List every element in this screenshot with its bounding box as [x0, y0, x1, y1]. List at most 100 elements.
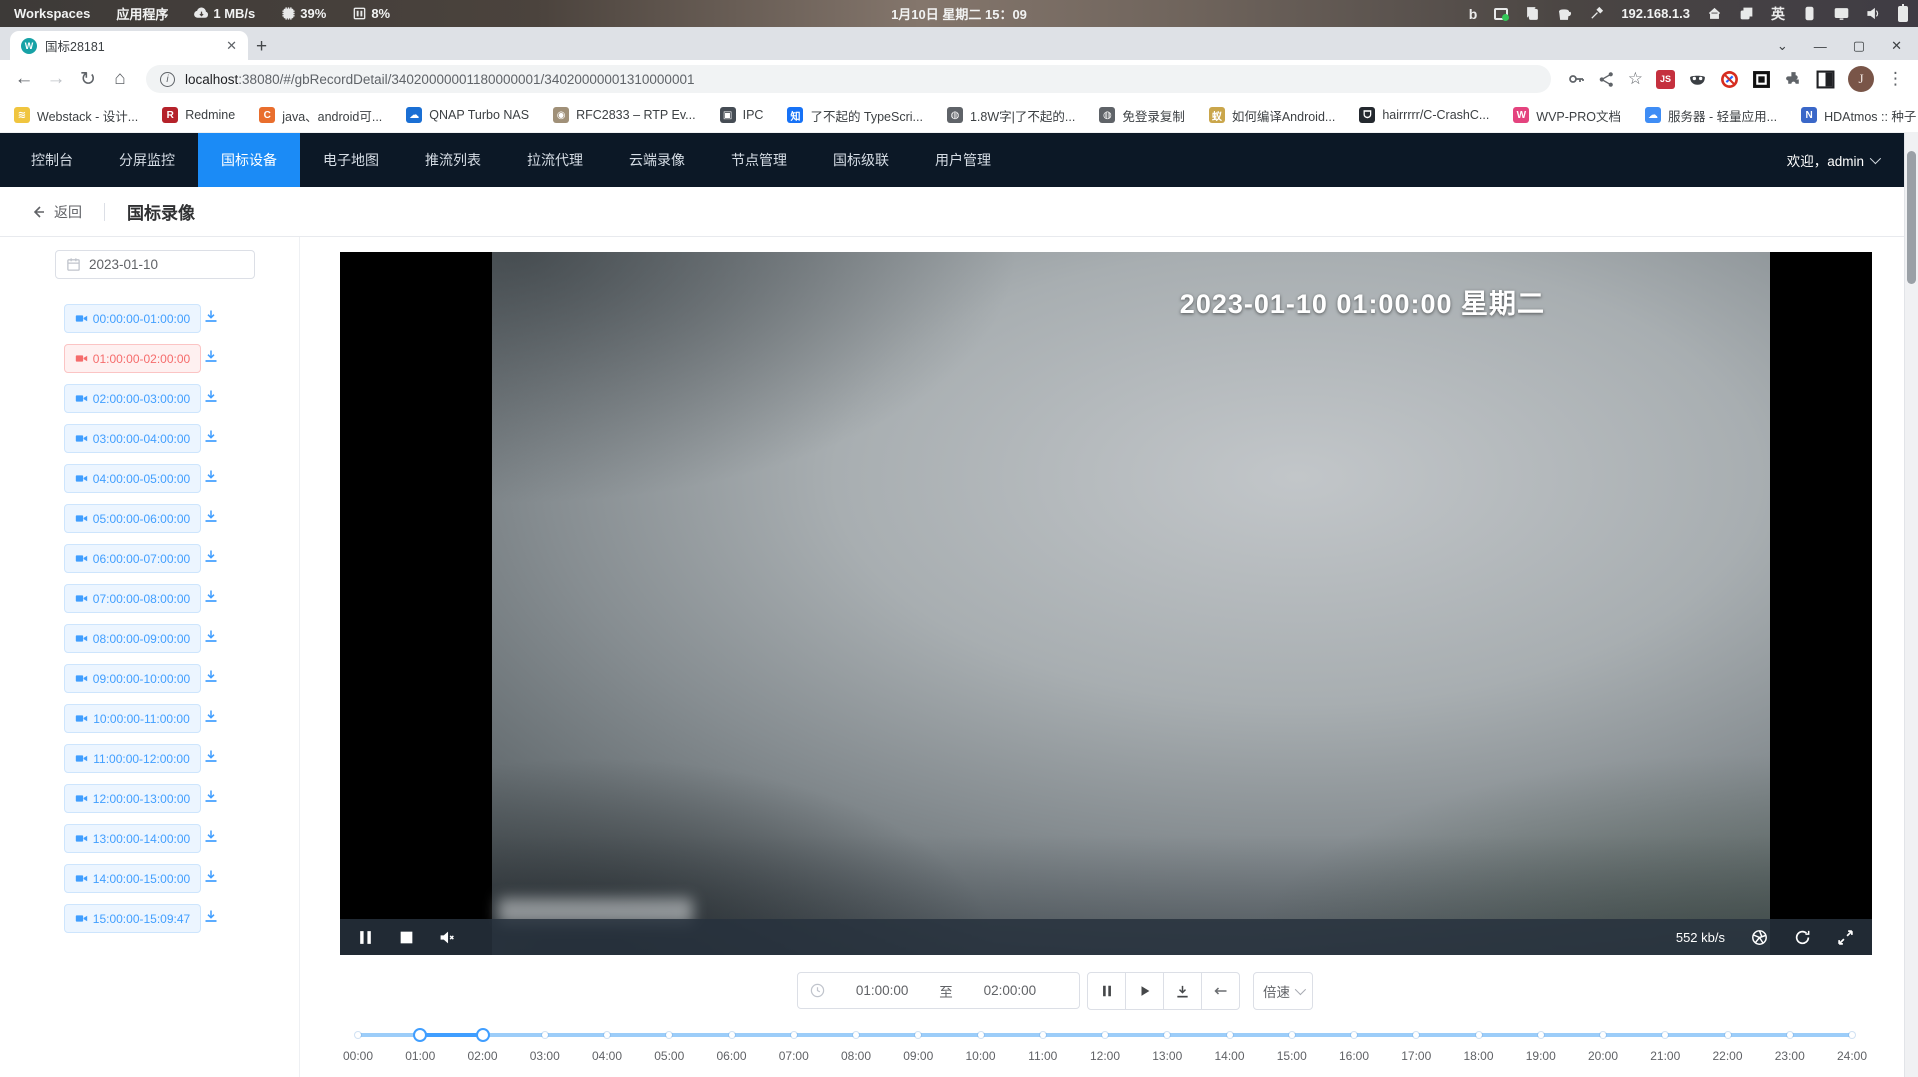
timeline-hour-dot[interactable]	[1164, 1032, 1170, 1038]
extension-blocker-icon[interactable]	[1720, 70, 1739, 89]
nav-item-5[interactable]: 推流列表	[402, 133, 504, 187]
timeline-hour-dot[interactable]	[1289, 1032, 1295, 1038]
time-range-picker[interactable]: 01:00:00 至 02:00:00	[797, 972, 1080, 1009]
segment-download-button[interactable]	[203, 428, 225, 450]
timeline-hour-dot[interactable]	[1787, 1032, 1793, 1038]
speed-selector[interactable]: 倍速	[1253, 972, 1313, 1010]
mute-icon[interactable]	[439, 929, 456, 946]
pause-button[interactable]	[1087, 972, 1126, 1010]
bookmark-item[interactable]: 知了不起的 TypeScri...	[787, 106, 923, 125]
volume-icon[interactable]	[1866, 6, 1881, 21]
segment-download-button[interactable]	[203, 308, 225, 330]
timeline-hour-dot[interactable]	[1227, 1032, 1233, 1038]
new-tab-button[interactable]: +	[256, 37, 267, 56]
nav-item-6[interactable]: 拉流代理	[504, 133, 606, 187]
segment-download-button[interactable]	[203, 868, 225, 890]
input-method-indicator[interactable]: 英	[1771, 7, 1785, 21]
snapshot-icon[interactable]	[1751, 929, 1768, 946]
fullscreen-icon[interactable]	[1837, 929, 1854, 946]
nav-item-1[interactable]: 控制台	[8, 133, 96, 187]
timeline-hour-dot[interactable]	[1600, 1032, 1606, 1038]
extension-frame-icon[interactable]	[1752, 70, 1771, 89]
clipboard-icon[interactable]	[1525, 6, 1540, 21]
reader-mode-icon[interactable]	[1816, 70, 1835, 89]
download-button[interactable]	[1163, 972, 1202, 1010]
user-menu[interactable]: 欢迎，admin	[1787, 133, 1918, 187]
stop-icon[interactable]	[398, 929, 415, 946]
segment-button[interactable]: 03:00:00-04:00:00	[64, 424, 201, 453]
back-link[interactable]: 返回	[30, 202, 82, 222]
nav-item-3[interactable]: 国标设备	[198, 133, 300, 187]
segment-download-button[interactable]	[203, 788, 225, 810]
window-close-button[interactable]: ✕	[1891, 38, 1902, 54]
segment-button[interactable]: 09:00:00-10:00:00	[64, 664, 201, 693]
forward-button[interactable]: →	[40, 68, 72, 90]
date-picker[interactable]: 2023-01-10	[55, 250, 255, 279]
segment-button[interactable]: 15:00:00-15:09:47	[64, 904, 201, 933]
segment-download-button[interactable]	[203, 548, 225, 570]
bookmark-item[interactable]: 蚁如何编译Android...	[1209, 106, 1336, 125]
segment-button[interactable]: 12:00:00-13:00:00	[64, 784, 201, 813]
segment-button[interactable]: 05:00:00-06:00:00	[64, 504, 201, 533]
nav-item-10[interactable]: 用户管理	[912, 133, 1014, 187]
timeline-hour-dot[interactable]	[666, 1032, 672, 1038]
end-time-value[interactable]: 02:00:00	[953, 983, 1067, 998]
segment-button[interactable]: 14:00:00-15:00:00	[64, 864, 201, 893]
timeline-hour-dot[interactable]	[729, 1032, 735, 1038]
color-picker-icon[interactable]	[1589, 6, 1604, 21]
timeline-end-handle[interactable]	[476, 1028, 490, 1042]
page-scrollbar[interactable]	[1904, 133, 1918, 1077]
display-icon[interactable]	[1834, 6, 1849, 21]
timeline-hour-dot[interactable]	[915, 1032, 921, 1038]
timeline-hour-dot[interactable]	[1538, 1032, 1544, 1038]
nav-item-2[interactable]: 分屏监控	[96, 133, 198, 187]
timeline-hour-dot[interactable]	[542, 1032, 548, 1038]
bookmark-item[interactable]: WWVP-PRO文档	[1513, 106, 1621, 125]
segment-button[interactable]: 10:00:00-11:00:00	[64, 704, 201, 733]
clock[interactable]: 1月10日 星期二 15：09	[891, 4, 1027, 23]
segment-button[interactable]: 02:00:00-03:00:00	[64, 384, 201, 413]
play-button[interactable]	[1125, 972, 1164, 1010]
video-player[interactable]: 2023-01-10 01:00:00 星期二 552 kb/s	[340, 252, 1872, 955]
reload-button[interactable]: ↻	[72, 68, 104, 91]
bookmark-item[interactable]: NHDAtmos :: 种子 *...	[1801, 106, 1918, 125]
bookmark-item[interactable]: ᗜhairrrrr/C-CrashC...	[1359, 107, 1489, 123]
timeline-hour-dot[interactable]	[355, 1032, 361, 1038]
window-maximize-button[interactable]: ▢	[1853, 38, 1865, 54]
tab-search-icon[interactable]: ⌄	[1777, 38, 1788, 54]
search-b-icon[interactable]: b	[1469, 7, 1478, 21]
segment-download-button[interactable]	[203, 348, 225, 370]
segment-button[interactable]: 04:00:00-05:00:00	[64, 464, 201, 493]
browser-home-button[interactable]: ⌂	[104, 68, 136, 90]
bookmark-item[interactable]: ☁服务器 - 轻量应用...	[1645, 106, 1777, 125]
phone-link-icon[interactable]	[1802, 6, 1817, 21]
timeline-hour-dot[interactable]	[1725, 1032, 1731, 1038]
bookmark-item[interactable]: ▣IPC	[720, 107, 764, 123]
segment-button[interactable]: 00:00:00-01:00:00	[64, 304, 201, 333]
browser-menu-icon[interactable]: ⋮	[1887, 69, 1904, 89]
ip-address[interactable]: 192.168.1.3	[1621, 6, 1690, 21]
segment-download-button[interactable]	[203, 748, 225, 770]
timeline-hour-dot[interactable]	[1102, 1032, 1108, 1038]
nav-item-7[interactable]: 云端录像	[606, 133, 708, 187]
segment-download-button[interactable]	[203, 708, 225, 730]
extension-js-icon[interactable]: JS	[1656, 70, 1675, 89]
timeline-hour-dot[interactable]	[1351, 1032, 1357, 1038]
bookmark-item[interactable]: ☁QNAP Turbo NAS	[406, 107, 529, 123]
home-icon[interactable]	[1707, 6, 1722, 21]
extensions-puzzle-icon[interactable]	[1784, 70, 1803, 89]
timeline-hour-dot[interactable]	[853, 1032, 859, 1038]
timeline-hour-dot[interactable]	[1413, 1032, 1419, 1038]
nav-item-4[interactable]: 电子地图	[300, 133, 402, 187]
bookmark-item[interactable]: ◉RFC2833 – RTP Ev...	[553, 107, 696, 123]
password-key-icon[interactable]	[1567, 70, 1585, 88]
nav-item-8[interactable]: 节点管理	[708, 133, 810, 187]
pause-icon[interactable]	[357, 929, 374, 946]
segment-button[interactable]: 07:00:00-08:00:00	[64, 584, 201, 613]
bookmark-star-icon[interactable]: ☆	[1628, 69, 1643, 89]
bookmark-item[interactable]: RRedmine	[162, 107, 235, 123]
site-info-icon[interactable]: i	[160, 72, 175, 87]
segment-button[interactable]: 11:00:00-12:00:00	[64, 744, 201, 773]
bookmark-item[interactable]: ≋Webstack - 设计...	[14, 106, 138, 125]
segment-download-button[interactable]	[203, 908, 225, 930]
